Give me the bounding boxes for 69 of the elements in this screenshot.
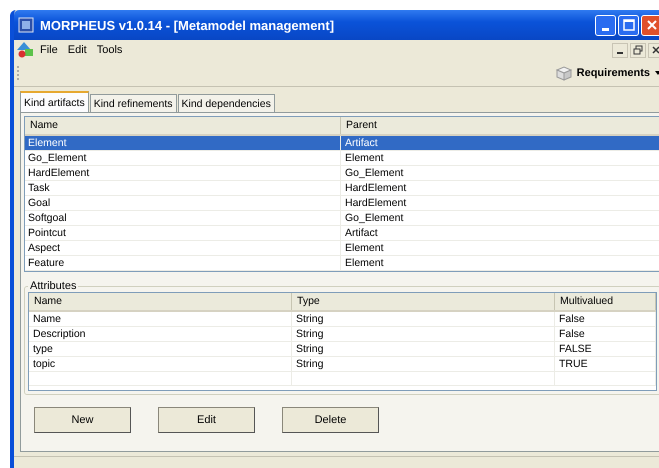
grip-icon <box>16 64 20 82</box>
table-cell: False <box>555 327 656 341</box>
action-button[interactable]: Delete <box>282 407 379 433</box>
table-cell: Element <box>341 151 659 165</box>
table-cell: String <box>292 312 555 326</box>
restore-icon <box>633 45 643 55</box>
table-cell: Feature <box>25 256 341 270</box>
table-cell: Description <box>29 327 292 341</box>
table-cell: HardElement <box>25 166 341 180</box>
table-cell: Artifact <box>341 136 659 150</box>
table-cell: Artifact <box>341 226 659 240</box>
window-icon <box>18 17 34 33</box>
menu-item[interactable]: Edit <box>64 44 91 56</box>
table-row[interactable]: Go_Element Element <box>25 151 659 166</box>
restore-button[interactable] <box>630 42 646 58</box>
table-cell: HardElement <box>341 196 659 210</box>
table-cell: HardElement <box>341 181 659 195</box>
minimize-icon <box>602 28 609 30</box>
table-cell: type <box>29 342 292 356</box>
project-dropdown[interactable]: Requirements <box>554 65 659 81</box>
column-header[interactable]: Parent <box>341 117 659 134</box>
tab[interactable]: Kind refinements <box>90 94 176 112</box>
table-cell: False <box>555 312 656 326</box>
cube-icon <box>554 65 573 81</box>
table-row[interactable]: HardElement Go_Element <box>25 166 659 181</box>
column-header[interactable]: Multivalued <box>555 293 656 310</box>
column-header[interactable]: Name <box>29 293 292 310</box>
table-row[interactable]: Goal HardElement <box>25 196 659 211</box>
table-cell: String <box>292 357 555 371</box>
table-cell: String <box>292 342 555 356</box>
table-cell: Name <box>29 312 292 326</box>
table-cell: Aspect <box>25 241 341 255</box>
table-cell: Softgoal <box>25 211 341 225</box>
table-cell: Go_Element <box>25 151 341 165</box>
table-cell: Element <box>341 256 659 270</box>
minimize-icon <box>617 52 623 54</box>
table-row[interactable]: Element Artifact <box>25 136 659 151</box>
column-header[interactable]: Name <box>25 117 341 134</box>
table-cell: Pointcut <box>25 226 341 240</box>
table-row[interactable]: Feature Element <box>25 256 659 271</box>
table-cell: Go_Element <box>341 211 659 225</box>
maximize-button[interactable] <box>618 14 639 36</box>
action-button[interactable]: New <box>34 407 131 433</box>
shapes-icon <box>16 41 34 59</box>
table-cell: String <box>292 327 555 341</box>
window-title: MORPHEUS v1.0.14 - [Metamodel management] <box>40 18 334 32</box>
table-row[interactable]: Aspect Element <box>25 241 659 256</box>
menu-item[interactable]: Tools <box>92 44 126 56</box>
table-row[interactable]: Pointcut Artifact <box>25 226 659 241</box>
table-cell: Task <box>25 181 341 195</box>
column-header[interactable]: Type <box>292 293 555 310</box>
action-button[interactable]: Edit <box>158 407 255 433</box>
menu-item[interactable]: File <box>36 44 62 56</box>
table-cell: Go_Element <box>341 166 659 180</box>
group-title: Attributes <box>29 280 78 292</box>
table-cell: TRUE <box>555 357 656 371</box>
maximize-icon <box>622 19 634 31</box>
table-cell: Element <box>341 241 659 255</box>
close-icon <box>652 46 659 54</box>
close-icon <box>646 19 658 31</box>
minimize-button[interactable] <box>612 42 628 58</box>
table-cell: Element <box>25 136 341 150</box>
table-cell: Goal <box>25 196 341 210</box>
tab[interactable]: Kind dependencies <box>178 94 275 112</box>
tab[interactable]: Kind artifacts <box>20 91 89 112</box>
table-row[interactable]: Softgoal Go_Element <box>25 211 659 226</box>
table-cell: topic <box>29 357 292 371</box>
table-row[interactable]: Task HardElement <box>25 181 659 196</box>
table-cell: FALSE <box>555 342 656 356</box>
